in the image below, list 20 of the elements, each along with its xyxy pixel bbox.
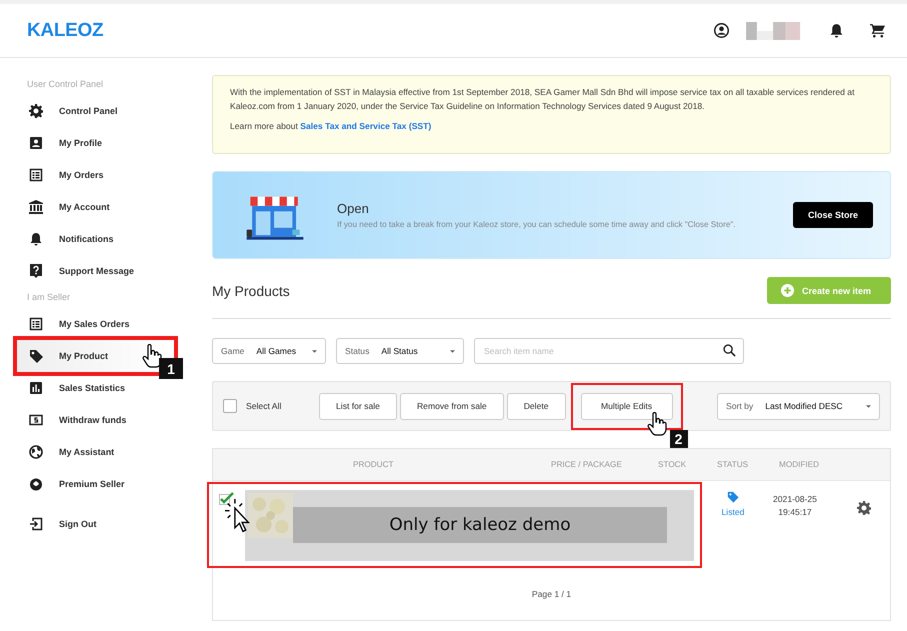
store-status: Open xyxy=(337,201,370,216)
pagination-label: Page 1 / 1 xyxy=(530,589,572,599)
step-badge: 2 xyxy=(670,430,688,448)
step-badge: 1 xyxy=(159,358,183,379)
modified-time: 19:45:17 xyxy=(778,507,812,517)
store-message: If you need to take a break from your Kaleoz store, you can schedule some time away and click "Close Store". xyxy=(337,220,737,229)
column-header: PRICE / PACKAGE xyxy=(551,460,622,469)
column-header: PRODUCT xyxy=(353,460,394,469)
column-header: MODIFIED xyxy=(779,460,820,469)
notice-text: With the implementation of SST in Malaysia effective from 1st September 2018, SEA Gamer Mall Sdn Bhd will impose service tax on all taxable services rendered at Kaleoz.com from 1 January 2020, under the Service Tax Guideline on Information Technology Services dated 9 August 2018. xyxy=(230,86,856,113)
status-label: Listed xyxy=(722,507,744,517)
column-header: STATUS xyxy=(717,460,748,469)
select-all-label: Select All xyxy=(246,401,282,411)
section-title: I am Seller xyxy=(26,291,72,304)
section-title: User Control Panel xyxy=(26,78,104,91)
demo-overlay: Only for kaleoz demo xyxy=(293,507,667,543)
column-header: STOCK xyxy=(658,460,686,469)
modified-date: 2021-08-25 xyxy=(773,494,817,504)
page-heading: My Products xyxy=(212,282,290,298)
notice-text: Learn more about xyxy=(230,121,298,131)
